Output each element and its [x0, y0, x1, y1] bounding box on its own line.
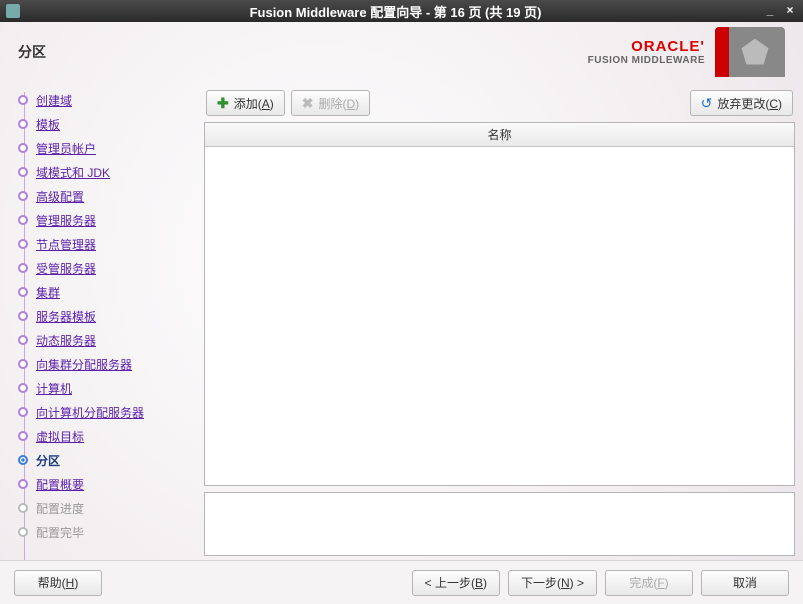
nav-step-14[interactable]: 虚拟目标	[18, 424, 200, 448]
nav-step-label: 计算机	[36, 380, 72, 397]
next-button[interactable]: 下一步(N) >	[508, 570, 597, 596]
nav-step-label: 分区	[36, 452, 60, 469]
window-title: Fusion Middleware 配置向导 - 第 16 页 (共 19 页)	[28, 2, 763, 21]
nav-step-label: 受管服务器	[36, 260, 96, 277]
app-icon	[6, 4, 20, 18]
nav-bullet-icon	[18, 311, 28, 321]
delete-button[interactable]: ✖ 删除(D)	[291, 90, 370, 116]
nav-bullet-icon	[18, 407, 28, 417]
header: 分区 ORACLE' FUSION MIDDLEWARE	[0, 22, 803, 82]
toolbar: ✚ 添加(A) ✖ 删除(D) ↺ 放弃更改(C)	[204, 86, 795, 122]
nav-step-1[interactable]: 模板	[18, 112, 200, 136]
nav-step-label: 管理服务器	[36, 212, 96, 229]
nav-bullet-icon	[18, 95, 28, 105]
main-panel: ✚ 添加(A) ✖ 删除(D) ↺ 放弃更改(C) 名称	[200, 82, 803, 560]
nav-step-label: 向计算机分配服务器	[36, 404, 144, 421]
nav-bullet-icon	[18, 335, 28, 345]
wizard-window: Fusion Middleware 配置向导 - 第 16 页 (共 19 页)…	[0, 0, 803, 604]
undo-icon: ↺	[701, 95, 713, 112]
nav-bullet-icon	[18, 191, 28, 201]
nav-step-10[interactable]: 动态服务器	[18, 328, 200, 352]
nav-bullet-icon	[18, 479, 28, 489]
nav-bullet-icon	[18, 287, 28, 297]
nav-bullet-icon	[18, 383, 28, 393]
nav-step-label: 配置进度	[36, 500, 84, 517]
nav-bullet-icon	[18, 143, 28, 153]
oracle-product-text: FUSION MIDDLEWARE	[588, 55, 705, 66]
nav-step-6[interactable]: 节点管理器	[18, 232, 200, 256]
nav-bullet-icon	[18, 431, 28, 441]
nav-bullet-icon	[18, 119, 28, 129]
nav-connector-line	[24, 92, 25, 560]
nav-bullet-icon	[18, 503, 28, 513]
column-name-header: 名称	[487, 126, 511, 143]
nav-step-5[interactable]: 管理服务器	[18, 208, 200, 232]
content-area: 创建域模板管理员帐户域模式和 JDK 高级配置管理服务器节点管理器受管服务器集群服…	[0, 82, 803, 560]
nav-step-8[interactable]: 集群	[18, 280, 200, 304]
nav-step-label: 高级配置	[36, 188, 84, 205]
discard-changes-button[interactable]: ↺ 放弃更改(C)	[690, 90, 793, 116]
oracle-logo-text: ORACLE'	[588, 38, 705, 55]
nav-step-label: 模板	[36, 116, 60, 133]
nav-step-label: 集群	[36, 284, 60, 301]
cancel-button[interactable]: 取消	[701, 570, 789, 596]
nav-step-9[interactable]: 服务器模板	[18, 304, 200, 328]
back-button[interactable]: < 上一步(B)	[412, 570, 500, 596]
client-area: 分区 ORACLE' FUSION MIDDLEWARE 创建域模板管理员帐户域…	[0, 22, 803, 604]
nav-step-label: 配置概要	[36, 476, 84, 493]
oracle-brand-text: ORACLE' FUSION MIDDLEWARE	[588, 38, 705, 66]
footer: 帮助(H) < 上一步(B) 下一步(N) > 完成(F) 取消	[0, 560, 803, 604]
nav-step-label: 向集群分配服务器	[36, 356, 132, 373]
nav-bullet-icon	[18, 455, 28, 465]
nav-step-11[interactable]: 向集群分配服务器	[18, 352, 200, 376]
nav-step-12[interactable]: 计算机	[18, 376, 200, 400]
nav-bullet-icon	[18, 263, 28, 273]
nav-bullet-icon	[18, 167, 28, 177]
window-controls: _ ×	[763, 4, 797, 18]
nav-step-label: 动态服务器	[36, 332, 96, 349]
nav-step-label: 管理员帐户	[36, 140, 96, 157]
nav-bullet-icon	[18, 239, 28, 249]
nav-step-label: 节点管理器	[36, 236, 96, 253]
nav-step-label: 配置完毕	[36, 524, 84, 541]
nav-bullet-icon	[18, 527, 28, 537]
plus-icon: ✚	[217, 95, 229, 112]
nav-step-label: 虚拟目标	[36, 428, 84, 445]
x-icon: ✖	[302, 95, 314, 112]
nav-bullet-icon	[18, 359, 28, 369]
nav-bullet-icon	[18, 215, 28, 225]
oracle-brand: ORACLE' FUSION MIDDLEWARE	[588, 27, 785, 77]
close-button[interactable]: ×	[783, 4, 797, 18]
wizard-nav: 创建域模板管理员帐户域模式和 JDK 高级配置管理服务器节点管理器受管服务器集群服…	[0, 82, 200, 560]
nav-step-13[interactable]: 向计算机分配服务器	[18, 400, 200, 424]
minimize-button[interactable]: _	[763, 4, 777, 18]
detail-panel	[204, 492, 795, 556]
table-header: 名称	[205, 123, 794, 147]
finish-button[interactable]: 完成(F)	[605, 570, 693, 596]
nav-step-3[interactable]: 域模式和 JDK	[18, 160, 200, 184]
oracle-badge-icon	[715, 27, 785, 77]
nav-step-15[interactable]: 分区	[18, 448, 200, 472]
table-body[interactable]	[205, 147, 794, 485]
nav-step-7[interactable]: 受管服务器	[18, 256, 200, 280]
titlebar: Fusion Middleware 配置向导 - 第 16 页 (共 19 页)…	[0, 0, 803, 22]
add-button[interactable]: ✚ 添加(A)	[206, 90, 285, 116]
nav-step-2[interactable]: 管理员帐户	[18, 136, 200, 160]
page-title: 分区	[18, 42, 588, 62]
nav-step-label: 域模式和 JDK	[36, 164, 110, 181]
nav-step-label: 服务器模板	[36, 308, 96, 325]
nav-step-17: 配置进度	[18, 496, 200, 520]
nav-step-4[interactable]: 高级配置	[18, 184, 200, 208]
nav-step-18: 配置完毕	[18, 520, 200, 544]
nav-step-label: 创建域	[36, 92, 72, 109]
help-button[interactable]: 帮助(H)	[14, 570, 102, 596]
nav-step-0[interactable]: 创建域	[18, 88, 200, 112]
partition-table: 名称	[204, 122, 795, 486]
nav-step-16[interactable]: 配置概要	[18, 472, 200, 496]
